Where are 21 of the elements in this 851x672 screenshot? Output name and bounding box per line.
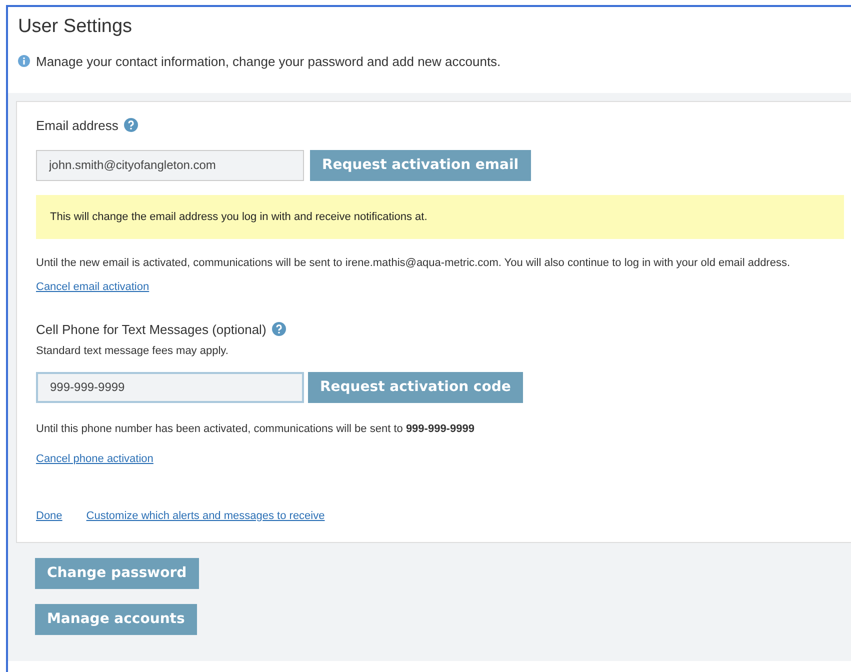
phone-note: Until this phone number has been activated, communications will be sent to 999-999-9999 <box>36 422 476 436</box>
phone-label: Cell Phone for Text Messages (optional) <box>36 322 266 336</box>
text-link[interactable]: Customize which alerts and messages to receive <box>86 508 325 524</box>
help-icon[interactable] <box>124 118 138 132</box>
email-label: Email address <box>36 118 118 133</box>
page-title: User Settings <box>18 15 134 39</box>
phone-field[interactable]: 999-999-9999 <box>36 372 304 402</box>
warning-banner: This will change the email address you log in with and receive notifications at. <box>36 194 844 239</box>
text-link[interactable]: Cancel email activation <box>36 281 150 293</box>
email-note: Until the new email is activated, communications will be sent to irene.mathis@aqua-metric.com. You will also continue to log in with your old email address. <box>36 256 792 271</box>
help-icon[interactable] <box>272 322 286 336</box>
phone-hint: Standard text message fees may apply. <box>36 344 230 359</box>
request-code-button[interactable]: Request activation code <box>308 372 523 402</box>
text-link[interactable]: Cancel phone activation <box>36 453 154 465</box>
action-button[interactable]: Change password <box>35 558 199 589</box>
request-email-button[interactable]: Request activation email <box>310 150 531 180</box>
action-button[interactable]: Manage accounts <box>35 604 197 635</box>
email-field[interactable]: john.smith@cityofangleton.com <box>36 150 304 180</box>
text-link[interactable]: Done <box>36 508 62 524</box>
info-icon <box>18 55 30 68</box>
page-description: Manage your contact information, change your password and add new accounts. <box>36 52 501 71</box>
